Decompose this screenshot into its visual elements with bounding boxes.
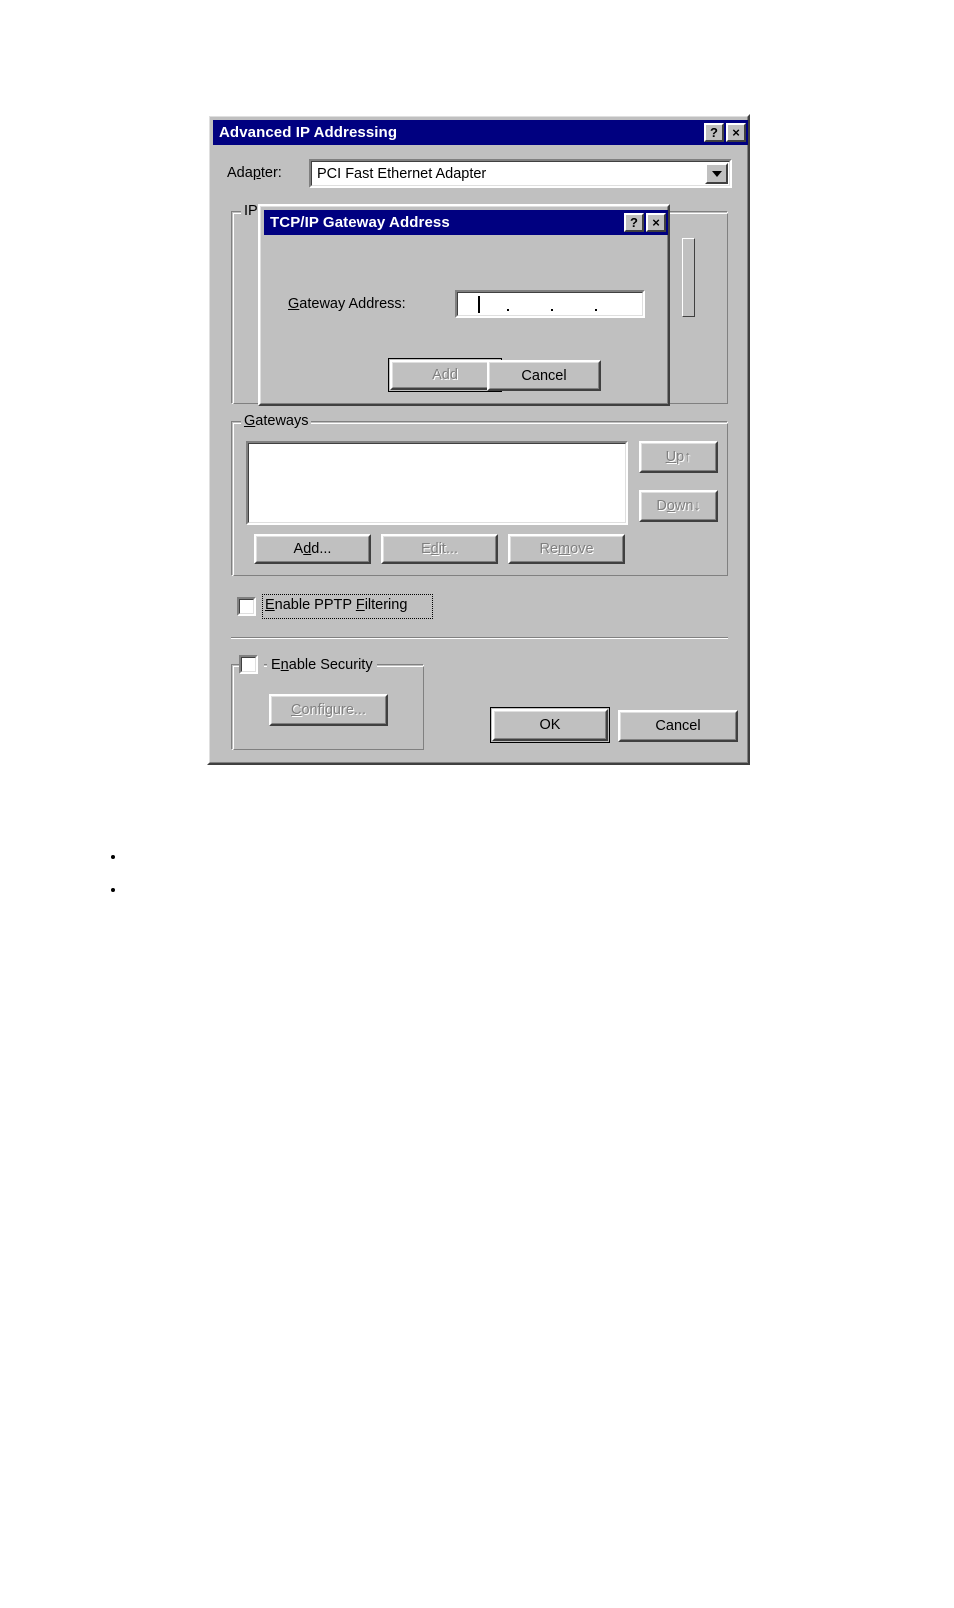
gateway-up-button[interactable]: Up↑ [639,441,718,473]
child-close-glyph: × [652,215,660,230]
help-icon[interactable]: ? [704,123,724,142]
document-page: { "page": { "background": "#ffffff", "bu… [0,0,954,1608]
help-glyph: ? [710,125,718,140]
section-separator [231,637,728,639]
configure-button-label: Configure... [291,702,366,718]
security-configure-button[interactable]: Configure... [269,694,388,726]
chevron-down-icon[interactable] [705,163,728,184]
adapter-label: Adapter: [227,165,282,181]
close-glyph: × [732,125,740,140]
down-button-label: Down↓ [656,498,701,514]
chevron-down-glyph [711,170,722,177]
listbox-bevel [248,443,626,523]
close-icon[interactable]: × [726,123,746,142]
ip-dot-1 [507,309,509,311]
child-dialog-title: TCP/IP Gateway Address [270,214,450,231]
edit-button-label: Edit... [420,541,459,557]
gateway-down-button[interactable]: Down↓ [639,490,718,522]
child-titlebar[interactable]: TCP/IP Gateway Address ? × [264,210,668,235]
up-button-label: Up↑ [665,449,692,465]
text-caret [478,296,480,313]
ip-field-bevel [457,292,643,316]
gateway-edit-button[interactable]: Edit... [381,534,498,564]
adapter-value: PCI Fast Ethernet Adapter [317,166,487,182]
child-help-icon[interactable]: ? [624,213,644,232]
gateway-address-label: Gateway Address: [288,296,406,312]
child-close-icon[interactable]: × [646,213,666,232]
remove-button-label: Remove [539,541,594,557]
ip-dot-2 [551,309,553,311]
child-cancel-button[interactable]: Cancel [487,360,601,391]
pptp-filtering-checkbox[interactable] [237,597,256,616]
child-cancel-button-label: Cancel [521,367,567,384]
ok-button[interactable]: OK [490,707,610,743]
enable-security-label: Enable Security [267,657,377,673]
gateway-address-ip-field[interactable] [455,290,645,318]
adapter-combobox[interactable]: PCI Fast Ethernet Adapter [309,159,732,188]
add-button-label: Add... [293,541,332,557]
main-titlebar[interactable]: Advanced IP Addressing ? × [213,120,748,145]
ip-list-scrollbar[interactable] [682,238,695,317]
tcpip-gateway-address-dialog: TCP/IP Gateway Address ? × Gateway Addre… [258,204,670,406]
cancel-button-label: Cancel [655,718,701,734]
gateway-remove-button[interactable]: Remove [508,534,625,564]
main-dialog-title: Advanced IP Addressing [219,124,398,141]
list-item [126,840,526,873]
ok-button-label: OK [539,717,561,733]
pptp-filtering-label: Enable PPTP Filtering [265,597,408,613]
document-bullet-list [110,840,526,906]
list-item [126,873,526,906]
child-add-button-label: Add [432,367,458,383]
child-add-button[interactable]: Add [388,358,502,392]
gateway-add-button[interactable]: Add... [254,534,371,564]
enable-security-checkbox[interactable] [239,655,258,674]
child-help-glyph: ? [630,215,638,230]
ip-dot-3 [595,309,597,311]
gateways-listbox[interactable] [246,441,628,525]
cancel-button[interactable]: Cancel [618,710,738,742]
gateways-group-title: Gateways [241,413,312,429]
